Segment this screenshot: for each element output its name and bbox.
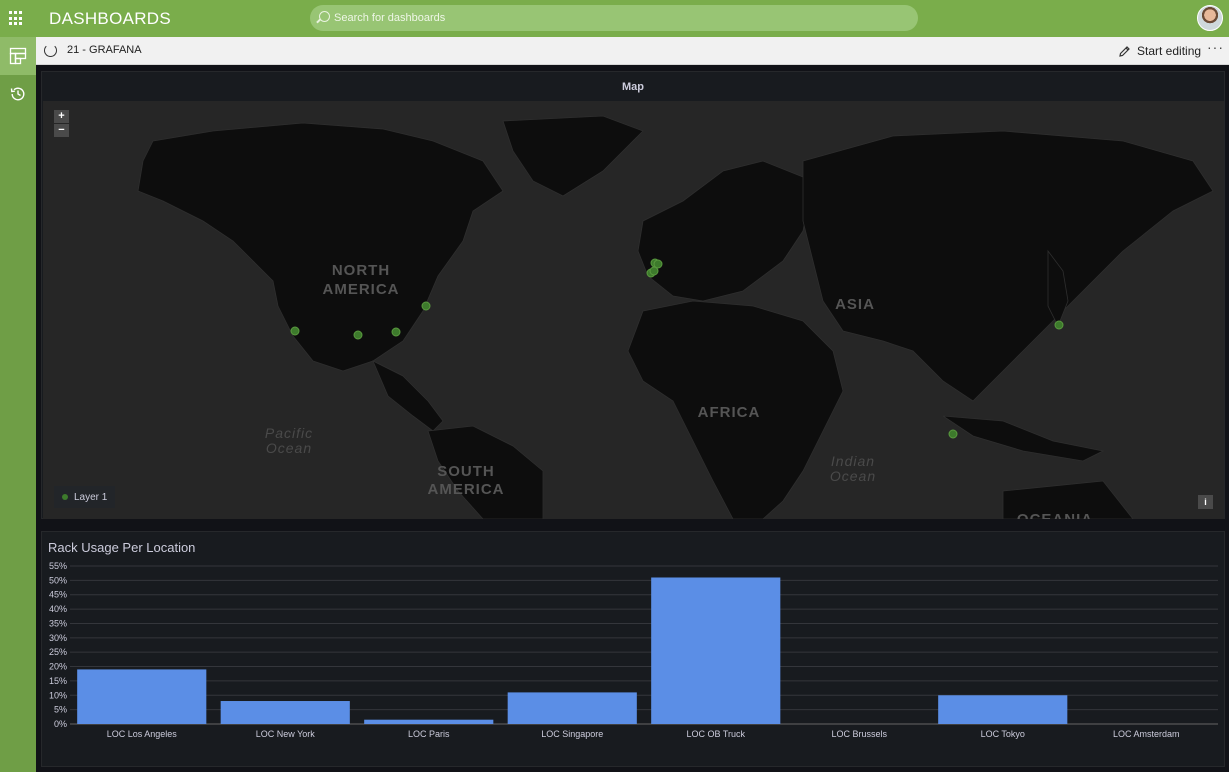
refresh-icon[interactable] (44, 44, 57, 57)
map-info-button[interactable]: i (1198, 495, 1213, 509)
map-marker-singapore (948, 429, 958, 439)
zoom-out-button[interactable]: − (54, 124, 69, 137)
y-tick-label: 55% (49, 562, 67, 571)
continent-label-north: NORTH (332, 262, 390, 279)
x-tick-label: LOC Paris (408, 729, 450, 739)
y-tick-label: 30% (49, 633, 67, 643)
layer-color-swatch (62, 494, 68, 500)
search-box[interactable] (310, 5, 918, 31)
y-tick-label: 0% (54, 719, 67, 729)
bar-chart-panel: Rack Usage Per Location 0% 5% 10% 15% 20% 25%… (41, 531, 1225, 767)
bar-chart: 0% 5% 10% 15% 20% 25% 30% 35% 40% 45% 50% 55% LOC Lo… (49, 562, 1218, 739)
zoom-controls: + − (54, 110, 69, 138)
bar-chart-title: Rack Usage Per Location (48, 540, 196, 555)
y-tick-label: 35% (49, 618, 67, 628)
ocean-label-indian: Indian (831, 453, 875, 469)
app-launcher-icon[interactable] (9, 11, 24, 26)
world-map[interactable]: NORTH AMERICA SOUTH AMERICA AFRICA ASIA … (43, 101, 1224, 519)
map-marker-tokyo (1054, 320, 1064, 330)
ocean-label-indian-ocean: Ocean (830, 468, 876, 484)
continent-label-oceania: OCEANIA (1017, 511, 1093, 519)
map-panel: Map NORTH AMERICA SOUTH AMERICA AFRICA A… (41, 71, 1225, 519)
bar (651, 577, 781, 724)
continent-label-asia: ASIA (835, 296, 875, 313)
y-tick-label: 15% (49, 676, 67, 686)
y-tick-label: 25% (49, 647, 67, 657)
y-tick-label: 5% (54, 705, 67, 715)
map-marker-new-york (421, 301, 431, 311)
continent-label-africa: AFRICA (698, 404, 761, 421)
y-tick-label: 40% (49, 604, 67, 614)
dashboard-toolbar: 21 - GRAFANA Start editing ··· (36, 37, 1229, 65)
y-tick-label: 50% (49, 575, 67, 585)
map-marker-dallas (353, 330, 363, 340)
search-input[interactable] (334, 5, 904, 31)
y-tick-label: 45% (49, 590, 67, 600)
continent-label-south: SOUTH (437, 463, 495, 480)
bar (220, 701, 350, 724)
bar (364, 719, 494, 724)
app-title: DASHBOARDS (49, 9, 172, 28)
ocean-label-pacific: Pacific (265, 425, 313, 441)
start-editing-button[interactable]: Start editing (1118, 42, 1201, 60)
x-tick-label: LOC Tokyo (981, 729, 1025, 739)
dashboard-content: Map NORTH AMERICA SOUTH AMERICA AFRICA A… (36, 65, 1229, 772)
continent-label-south-america: AMERICA (428, 481, 505, 498)
zoom-in-button[interactable]: + (54, 110, 69, 123)
dashboards-nav-icon[interactable] (0, 37, 36, 75)
map-marker-los-angeles (290, 326, 300, 336)
map-panel-title: Map (622, 80, 644, 93)
legend-layer-label: Layer 1 (74, 491, 108, 503)
user-avatar[interactable] (1197, 5, 1223, 31)
x-tick-label: LOC Los Angeles (107, 729, 178, 739)
y-tick-label: 10% (49, 690, 67, 700)
bar (507, 692, 637, 724)
x-tick-label: LOC Amsterdam (1113, 729, 1180, 739)
map-legend: Layer 1 (54, 486, 116, 508)
x-tick-label: LOC Brussels (831, 729, 887, 739)
map-marker-atlanta (391, 327, 401, 337)
x-tick-label: LOC New York (256, 729, 316, 739)
continent-label-america: AMERICA (323, 281, 400, 298)
start-editing-label: Start editing (1137, 44, 1202, 58)
dashboard-title: 21 - GRAFANA (67, 44, 142, 56)
x-tick-label: LOC Singapore (541, 729, 603, 739)
bar (77, 669, 207, 724)
side-nav (0, 37, 36, 772)
map-marker-london (649, 266, 659, 276)
top-bar: DASHBOARDS (0, 0, 1229, 37)
y-tick-label: 20% (49, 662, 67, 672)
pencil-icon (1119, 45, 1130, 57)
search-icon (319, 11, 330, 22)
history-nav-icon[interactable] (0, 75, 36, 113)
x-tick-label: LOC OB Truck (686, 729, 745, 739)
ocean-label-pacific-ocean: Ocean (266, 440, 312, 456)
bar (938, 695, 1068, 724)
more-options-icon[interactable]: ··· (1207, 39, 1224, 55)
